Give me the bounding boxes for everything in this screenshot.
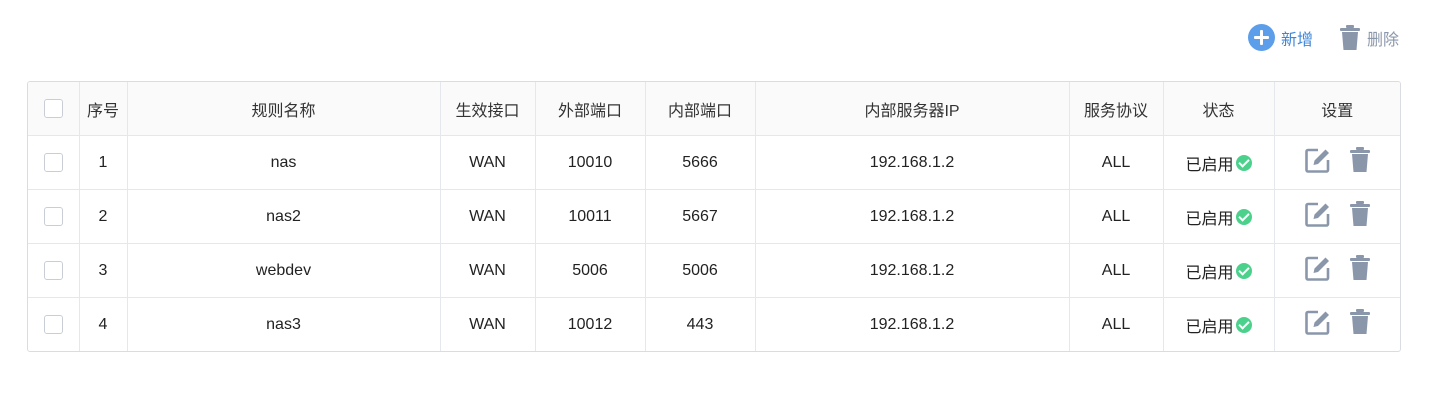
cell-protocol: ALL [1069,189,1164,244]
cell-external-port: 10010 [535,135,646,190]
cell-index: 1 [79,135,128,190]
header-settings: 设置 [1274,82,1400,136]
cell-settings [1274,189,1400,244]
cell-rule-name: nas [127,135,441,190]
header-rule-name: 规则名称 [127,82,441,136]
header-protocol: 服务协议 [1069,82,1164,136]
check-circle-icon [1235,208,1252,225]
header-index: 序号 [79,82,128,136]
cell-internal-port: 443 [645,297,756,351]
cell-rule-name: nas3 [127,297,441,351]
cell-settings [1274,135,1400,190]
trash-icon[interactable] [1349,147,1371,173]
check-circle-icon [1235,154,1252,171]
check-circle-icon [1235,316,1252,333]
table-row: 2 nas2 WAN 10011 5667 192.168.1.2 ALL 已启用 [28,189,1400,244]
cell-interface: WAN [440,243,536,298]
cell-rule-name: nas2 [127,189,441,244]
header-external-port: 外部端口 [535,82,646,136]
edit-icon[interactable] [1304,147,1331,174]
cell-server-ip: 192.168.1.2 [755,243,1070,298]
cell-index: 2 [79,189,128,244]
cell-internal-port: 5666 [645,135,756,190]
cell-index: 4 [79,297,128,351]
trash-icon[interactable] [1349,255,1371,281]
add-button-label: 新增 [1280,31,1313,49]
select-all-checkbox[interactable] [43,99,63,118]
table-row: 1 nas WAN 10010 5666 192.168.1.2 ALL 已启用 [28,135,1400,190]
plus-circle-icon [1247,24,1275,51]
cell-settings [1274,243,1400,298]
row-select-cell [28,297,80,351]
header-select-all [28,82,80,136]
header-server-ip: 内部服务器IP [755,82,1070,136]
edit-icon[interactable] [1304,309,1331,336]
cell-status: 已启用 [1163,243,1275,298]
cell-internal-port: 5006 [645,243,756,298]
delete-button[interactable]: 删除 [1339,24,1399,51]
cell-external-port: 10012 [535,297,646,351]
cell-server-ip: 192.168.1.2 [755,297,1070,351]
table-row: 3 webdev WAN 5006 5006 192.168.1.2 ALL 已启用 [28,243,1400,298]
trash-icon [1339,24,1361,51]
cell-status: 已启用 [1163,135,1275,190]
cell-server-ip: 192.168.1.2 [755,135,1070,190]
status-label: 已启用 [1185,210,1234,228]
row-select-cell [28,243,80,298]
status-label: 已启用 [1185,264,1234,282]
cell-external-port: 5006 [535,243,646,298]
cell-external-port: 10011 [535,189,646,244]
cell-interface: WAN [440,297,536,351]
row-checkbox[interactable] [43,207,63,226]
edit-icon[interactable] [1304,255,1331,282]
toolbar: 新增 删除 [1247,24,1399,51]
cell-settings [1274,298,1400,352]
check-circle-icon [1235,262,1252,279]
trash-icon[interactable] [1349,309,1371,335]
cell-status: 已启用 [1163,189,1275,244]
table-row: 4 nas3 WAN 10012 443 192.168.1.2 ALL 已启用 [28,297,1400,352]
cell-protocol: ALL [1069,297,1164,351]
status-label: 已启用 [1185,156,1234,174]
cell-protocol: ALL [1069,135,1164,190]
row-select-cell [28,189,80,244]
row-select-cell [28,135,80,190]
cell-rule-name: webdev [127,243,441,298]
cell-internal-port: 5667 [645,189,756,244]
cell-index: 3 [79,243,128,298]
cell-interface: WAN [440,189,536,244]
status-label: 已启用 [1185,318,1234,336]
header-status: 状态 [1163,82,1275,136]
row-checkbox[interactable] [43,261,63,280]
table-body: 1 nas WAN 10010 5666 192.168.1.2 ALL 已启用 2 nas2 WA… [28,135,1400,352]
table-header-row: 序号 规则名称 生效接口 外部端口 内部端口 内部服务器IP 服务协议 状态 设… [28,82,1400,136]
add-button[interactable]: 新增 [1247,24,1313,51]
trash-icon[interactable] [1349,201,1371,227]
cell-protocol: ALL [1069,243,1164,298]
header-internal-port: 内部端口 [645,82,756,136]
header-interface: 生效接口 [440,82,536,136]
edit-icon[interactable] [1304,201,1331,228]
rules-table: 序号 规则名称 生效接口 外部端口 内部端口 内部服务器IP 服务协议 状态 设… [27,81,1401,352]
cell-server-ip: 192.168.1.2 [755,189,1070,244]
delete-button-label: 删除 [1366,31,1399,49]
row-checkbox[interactable] [43,315,63,334]
cell-status: 已启用 [1163,297,1275,351]
row-checkbox[interactable] [43,153,63,172]
cell-interface: WAN [440,135,536,190]
